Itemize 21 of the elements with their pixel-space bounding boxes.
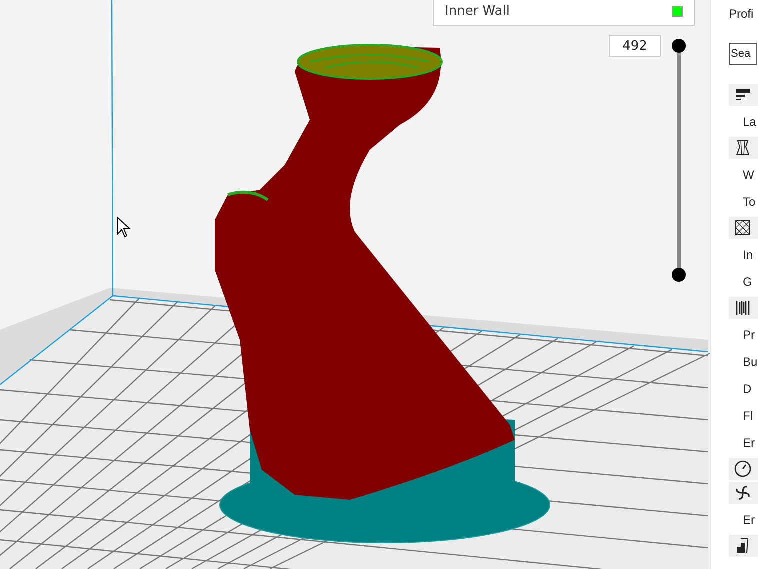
- setting-label: Er: [742, 434, 756, 452]
- setting-label: D: [742, 380, 753, 398]
- grid-icon[interactable]: [733, 218, 753, 238]
- setting-label: Bu: [742, 354, 758, 370]
- setting-label: W: [742, 166, 756, 184]
- search-field[interactable]: Sea: [729, 43, 757, 65]
- layer-number-label[interactable]: 492: [609, 35, 661, 57]
- setting-label: G: [742, 274, 754, 290]
- setting-label: In: [742, 246, 754, 264]
- slider-handle[interactable]: [672, 39, 686, 53]
- mouse-cursor-icon: [118, 216, 132, 238]
- setting-label: To: [742, 194, 757, 210]
- gauge-icon[interactable]: [733, 459, 753, 479]
- setting-label: La: [742, 114, 758, 130]
- sidebar-title: Profi: [729, 6, 755, 23]
- slider-handle[interactable]: [672, 268, 686, 282]
- setting-label: Fl: [742, 408, 754, 424]
- setting-label: Pr: [742, 326, 756, 344]
- setting-label: Er: [742, 512, 756, 528]
- fan-icon[interactable]: [733, 483, 753, 503]
- legend-label: Inner Wall: [445, 4, 510, 18]
